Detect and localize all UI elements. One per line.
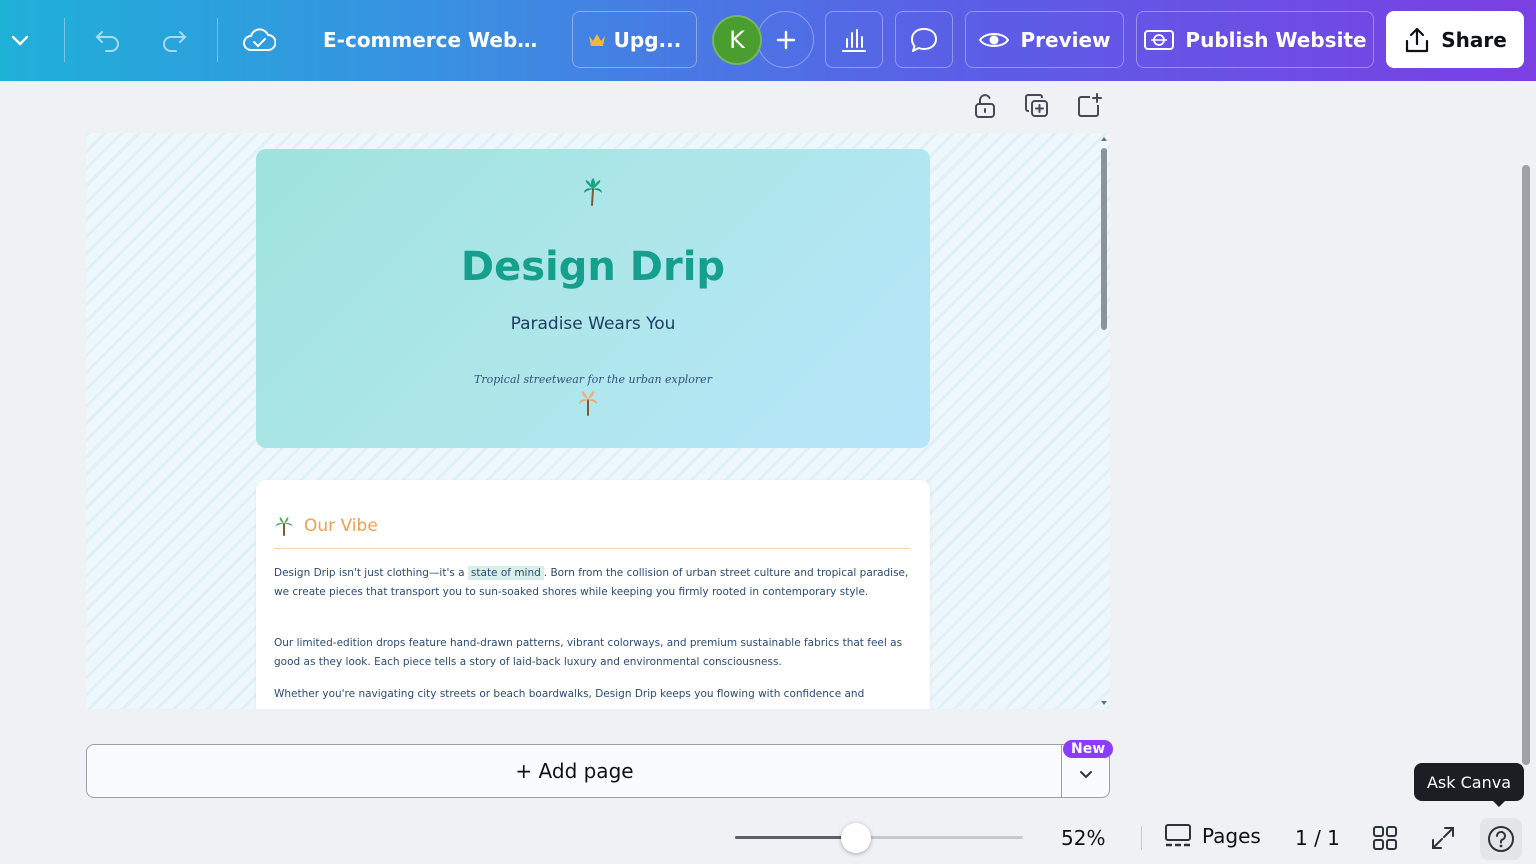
share-label: Share: [1441, 27, 1507, 52]
save-status-button[interactable]: [236, 11, 282, 68]
canvas-scrollbar[interactable]: [1099, 134, 1111, 708]
add-page-button[interactable]: + Add page: [86, 744, 1062, 798]
palm-tree-icon: [584, 178, 602, 206]
vibe-paragraph-3[interactable]: Whether you're navigating city streets o…: [274, 685, 914, 704]
publish-label: Publish Website: [1185, 27, 1367, 52]
menu-chevron-button[interactable]: [0, 11, 40, 68]
zoom-level[interactable]: 52%: [1061, 826, 1105, 850]
lock-page-button[interactable]: [971, 92, 999, 120]
publish-website-button[interactable]: Publish Website: [1136, 11, 1374, 68]
undo-button[interactable]: [86, 11, 130, 68]
section-title[interactable]: Our Vibe: [304, 516, 378, 536]
preview-label: Preview: [1020, 27, 1111, 52]
add-page-icon: [1078, 93, 1102, 117]
comments-button[interactable]: [895, 11, 953, 68]
bottom-divider: [1141, 826, 1142, 850]
scroll-up-arrow-icon: [1101, 137, 1107, 141]
publish-icon: [1144, 29, 1175, 50]
pages-button[interactable]: Pages: [1164, 822, 1261, 850]
avatar[interactable]: K: [712, 15, 762, 65]
new-badge: New: [1063, 740, 1114, 758]
vibe-paragraph-2[interactable]: Our limited-edition drops feature hand-d…: [274, 634, 914, 672]
pages-label: Pages: [1202, 824, 1261, 848]
cloud-check-icon: [243, 27, 276, 51]
vibe-paragraph-1[interactable]: Design Drip isn't just clothing—it's a s…: [274, 564, 914, 602]
grid-view-button[interactable]: [1369, 822, 1401, 854]
fullscreen-button[interactable]: [1427, 822, 1459, 854]
page-scrollbar[interactable]: [1522, 165, 1530, 765]
design-canvas[interactable]: Design Drip Paradise Wears You Tropical …: [86, 133, 1110, 709]
expand-icon: [1432, 827, 1454, 849]
section-divider: [274, 548, 910, 549]
duplicate-page-button[interactable]: [1023, 92, 1051, 120]
our-vibe-card[interactable]: Our Vibe Design Drip isn't just clothing…: [256, 480, 930, 709]
document-title[interactable]: E-commerce Websit...: [323, 28, 543, 52]
bar-chart-icon: [842, 28, 866, 52]
unlock-icon: [975, 94, 995, 118]
para1-text: Design Drip isn't just clothing—it's a: [274, 567, 468, 579]
zoom-slider-fill: [735, 836, 856, 839]
upgrade-button[interactable]: Upg...: [572, 11, 697, 68]
toolbar-divider: [64, 18, 65, 62]
eye-icon: [979, 32, 1010, 47]
insights-button[interactable]: [825, 11, 883, 68]
crown-icon: [588, 33, 605, 46]
undo-icon: [95, 30, 119, 52]
hero-banner[interactable]: Design Drip Paradise Wears You Tropical …: [256, 149, 930, 448]
upgrade-label: Upg...: [613, 27, 682, 52]
question-circle-icon: [1488, 826, 1514, 852]
canvas-scroll-thumb[interactable]: [1101, 148, 1107, 330]
share-upload-icon: [1406, 27, 1429, 52]
add-page-top-button[interactable]: [1075, 92, 1103, 120]
zoom-slider-handle[interactable]: [840, 823, 871, 853]
toolbar-divider: [217, 18, 218, 62]
grid-icon: [1373, 826, 1397, 850]
chevron-down-icon: [1079, 771, 1092, 779]
scroll-down-arrow-icon: [1101, 701, 1107, 705]
zoom-slider-track[interactable]: [735, 836, 1023, 839]
highlight-text: state of mind: [467, 566, 544, 580]
pages-icon: [1165, 824, 1191, 847]
speech-bubble-icon: [911, 27, 937, 52]
share-button[interactable]: Share: [1386, 11, 1524, 68]
hero-tagline[interactable]: Tropical streetwear for the urban explor…: [256, 373, 930, 386]
hero-subtitle[interactable]: Paradise Wears You: [256, 314, 930, 334]
invite-button[interactable]: [757, 11, 814, 68]
palm-tree-icon: [276, 517, 292, 536]
redo-icon: [163, 30, 187, 52]
redo-button[interactable]: [152, 11, 196, 68]
top-toolbar: E-commerce Websit... Upg... K Preview Pu…: [0, 0, 1536, 81]
hero-title[interactable]: Design Drip: [256, 244, 930, 290]
plus-icon: [776, 30, 795, 49]
chevron-down-icon: [11, 35, 29, 46]
page-count: 1 / 1: [1295, 826, 1340, 850]
preview-button[interactable]: Preview: [965, 11, 1124, 68]
help-button[interactable]: [1480, 818, 1522, 860]
duplicate-icon: [1025, 94, 1048, 117]
palm-tree-icon: [579, 391, 597, 416]
section-heading: Our Vibe: [274, 516, 378, 536]
ask-canva-tooltip: Ask Canva: [1414, 763, 1524, 807]
